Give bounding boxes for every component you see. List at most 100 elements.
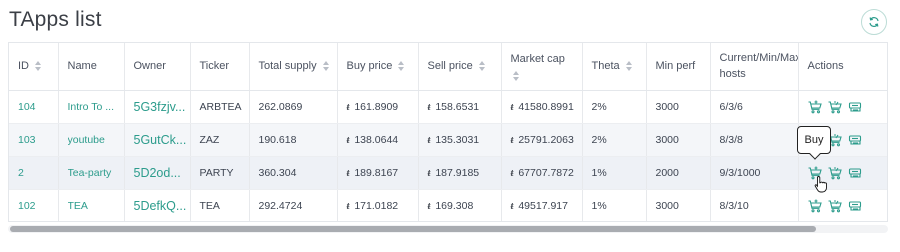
cell-ticker: PARTY [190,156,250,190]
refresh-icon [868,16,880,28]
mouse-cursor-icon [814,175,828,193]
cell-market-cap: ŧ 41580.8991 [501,90,583,124]
sort-icon[interactable] [512,71,520,82]
column-header-actions: Actions [798,43,887,91]
buy-cart-icon[interactable] [808,100,822,114]
currency-symbol: ŧ [510,167,514,179]
table-row: 103 youtube 5GutCk... ZAZ 190.618 ŧ 138.0644 ŧ… [9,123,887,157]
tapp-name-link[interactable]: TEA [68,200,124,212]
cell-hosts: 8/3/10 [710,189,799,221]
currency-symbol: ŧ [427,200,431,212]
column-header-total-supply[interactable]: Total supply [249,43,338,91]
scrollbar-thumb[interactable] [10,226,816,232]
column-header-sell-price[interactable]: Sell price [418,43,502,91]
sort-icon[interactable] [398,61,405,72]
owner-address-link[interactable]: 5GutCk... [134,133,190,147]
tapp-id-link[interactable]: 104 [18,101,57,113]
cell-ticker: TEA [190,189,250,221]
horizontal-scrollbar[interactable] [8,225,888,233]
column-header-buy-price[interactable]: Buy price [337,43,419,91]
currency-symbol: ŧ [510,134,514,146]
cell-name[interactable]: Tea-party [58,156,125,190]
owner-address-link[interactable]: 5DefkQ... [134,199,190,213]
details-icon[interactable] [848,100,862,114]
cell-sell-price: ŧ 187.9185 [418,156,502,190]
table-row: 102 TEA 5DefkQ... TEA 292.4724 ŧ 171.0182 ŧ 16… [9,189,887,221]
cell-min-perf: 3000 [646,189,711,221]
table-row: 2 Tea-party 5D2od... PARTY 360.304 ŧ 189.8167… [9,156,887,190]
tapp-name-link[interactable]: Intro To ... [68,101,124,113]
cell-hosts: 9/3/1000 [710,156,799,190]
column-header-min-perf: Min perf [646,43,711,91]
refresh-button[interactable] [861,9,887,35]
cell-actions [798,156,887,190]
sell-cart-icon[interactable] [828,166,842,180]
cell-ticker: ZAZ [190,123,250,157]
cell-owner[interactable]: 5GutCk... [124,123,191,157]
cell-sell-price: ŧ 135.3031 [418,123,502,157]
owner-address-link[interactable]: 5G3fzjv... [134,100,190,114]
column-header-id[interactable]: ID [9,43,59,91]
column-header-theta[interactable]: Theta [582,43,647,91]
column-header-hosts: Current/Min/Max hosts [710,43,799,91]
details-icon[interactable] [848,133,862,147]
sell-cart-icon[interactable] [828,199,842,213]
cell-total-supply: 190.618 [249,123,338,157]
cell-id[interactable]: 104 [9,90,59,124]
currency-symbol: ŧ [346,167,350,179]
cell-theta: 2% [582,90,647,124]
currency-symbol: ŧ [346,101,350,113]
column-header-ticker: Ticker [190,43,250,91]
cell-buy-price: ŧ 138.0644 [337,123,419,157]
sort-icon[interactable] [625,61,633,72]
cell-theta: 2% [582,123,647,157]
cell-name[interactable]: Intro To ... [58,90,125,124]
cell-actions [798,90,887,124]
cell-id[interactable]: 102 [9,189,59,221]
buy-tooltip: Buy [797,126,831,154]
buy-cart-icon[interactable] [808,199,822,213]
cell-total-supply: 292.4724 [249,189,338,221]
currency-symbol: ŧ [427,134,431,146]
tapp-name-link[interactable]: Tea-party [68,167,124,179]
sort-icon[interactable] [478,61,486,72]
cell-name[interactable]: TEA [58,189,125,221]
cell-total-supply: 262.0869 [249,90,338,124]
cell-ticker: ARBTEA [190,90,250,124]
column-header-owner: Owner [124,43,191,91]
sell-cart-icon[interactable] [828,100,842,114]
cell-min-perf: 3000 [646,123,711,157]
cell-market-cap: ŧ 49517.917 [501,189,583,221]
owner-address-link[interactable]: 5D2od... [134,166,190,180]
tapp-id-link[interactable]: 102 [18,200,57,212]
cell-id[interactable]: 2 [9,156,59,190]
column-header-market-cap[interactable]: Market cap [501,43,583,91]
cell-id[interactable]: 103 [9,123,59,157]
cell-hosts: 6/3/6 [710,90,799,124]
sort-icon[interactable] [35,61,42,72]
cell-theta: 1% [582,156,647,190]
cell-hosts: 8/3/8 [710,123,799,157]
cell-owner[interactable]: 5D2od... [124,156,191,190]
cell-sell-price: ŧ 158.6531 [418,90,502,124]
currency-symbol: ŧ [510,200,514,212]
cell-owner[interactable]: 5G3fzjv... [124,90,191,124]
currency-symbol: ŧ [346,200,350,212]
cell-sell-price: ŧ 169.308 [418,189,502,221]
cell-total-supply: 360.304 [249,156,338,190]
table-header-row: ID Name Owner Ticker Total supply Buy pr… [9,43,887,91]
tapp-name-link[interactable]: youtube [68,134,124,146]
tapp-id-link[interactable]: 2 [18,167,57,179]
sort-icon[interactable] [322,61,330,72]
cell-buy-price: ŧ 189.8167 [337,156,419,190]
tapp-id-link[interactable]: 103 [18,134,57,146]
currency-symbol: ŧ [510,101,514,113]
cell-owner[interactable]: 5DefkQ... [124,189,191,221]
details-icon[interactable] [848,166,862,180]
cell-name[interactable]: youtube [58,123,125,157]
currency-symbol: ŧ [427,167,431,179]
details-icon[interactable] [848,199,862,213]
cell-market-cap: ŧ 67707.7872 [501,156,583,190]
cell-buy-price: ŧ 161.8909 [337,90,419,124]
cell-actions [798,189,887,221]
